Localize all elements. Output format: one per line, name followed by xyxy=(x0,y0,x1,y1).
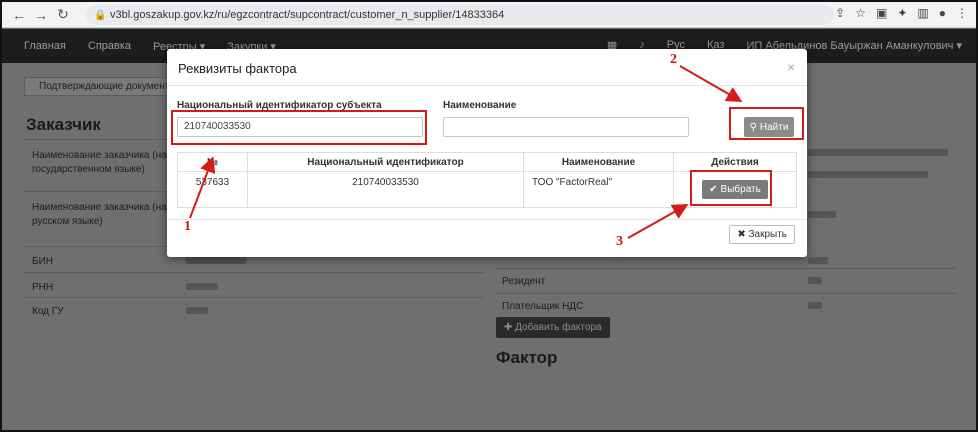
arrow-1 xyxy=(189,156,216,219)
arrow-2 xyxy=(679,65,743,102)
screenshot-frame: ← → ↻ 🔒 v3bl.goszakup.gov.kz/ru/egzcontr… xyxy=(0,0,978,432)
arrow-3 xyxy=(627,204,689,239)
annotation-arrows xyxy=(189,65,743,239)
